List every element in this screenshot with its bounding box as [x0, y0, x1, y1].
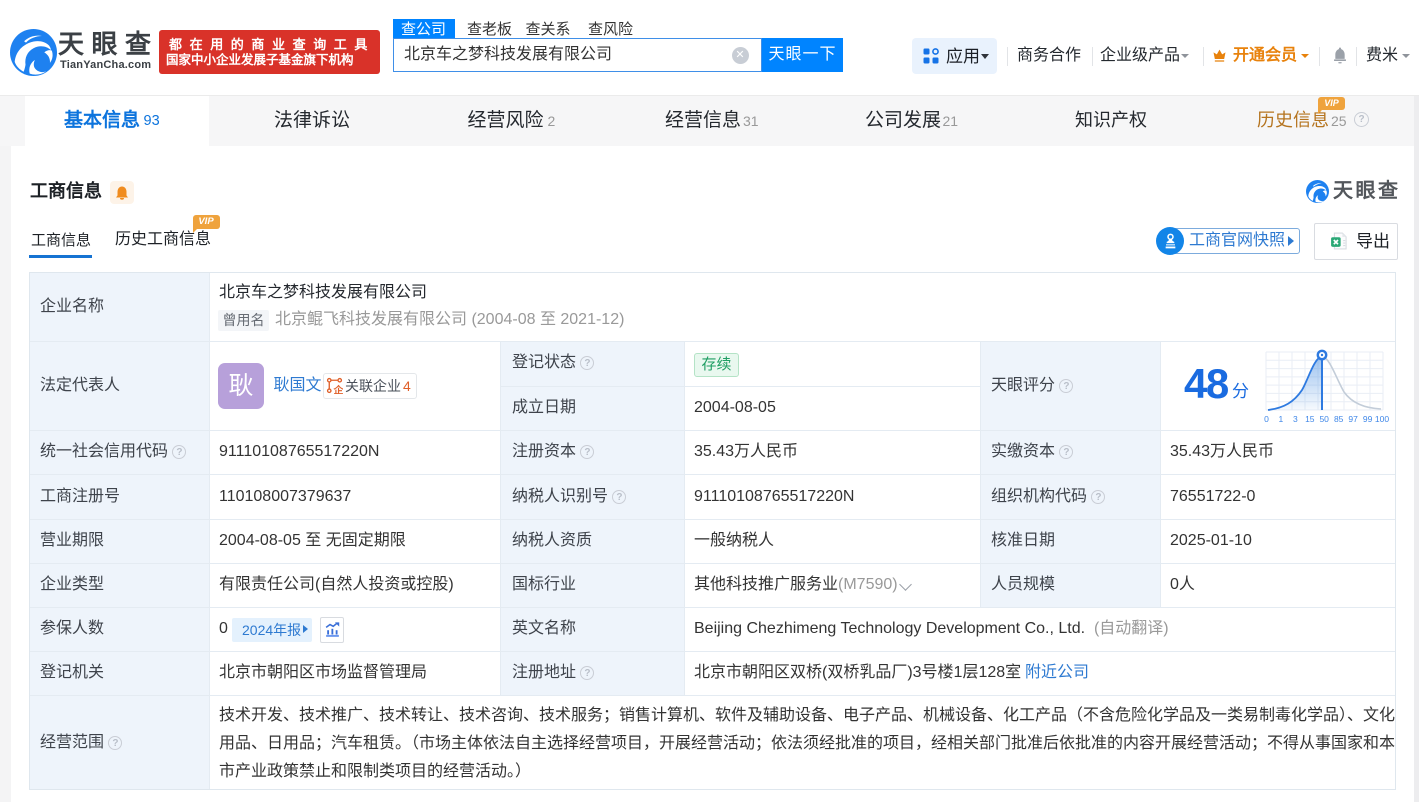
svg-text:50: 50 — [1319, 414, 1329, 424]
svg-text:3: 3 — [1293, 414, 1298, 424]
svg-text:1: 1 — [1279, 414, 1284, 424]
svg-text:0: 0 — [1264, 414, 1269, 424]
svg-text:99: 99 — [1363, 414, 1373, 424]
svg-text:85: 85 — [1334, 414, 1344, 424]
svg-text:97: 97 — [1348, 414, 1358, 424]
svg-text:100: 100 — [1375, 414, 1389, 424]
svg-text:15: 15 — [1305, 414, 1315, 424]
svg-text:企: 企 — [332, 384, 343, 394]
